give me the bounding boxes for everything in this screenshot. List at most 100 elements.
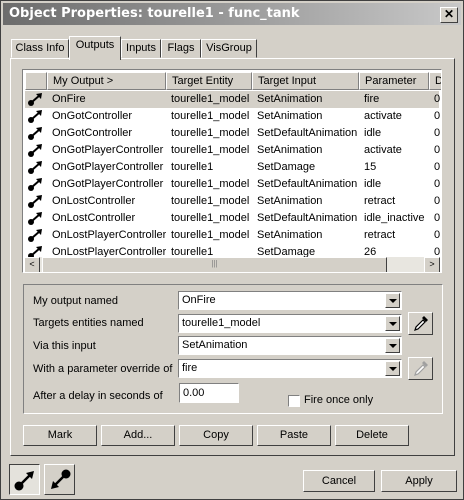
input-connection-icon: [51, 469, 71, 489]
target-eyedropper-button[interactable]: [408, 312, 433, 335]
column-header-target-input[interactable]: Target Input: [252, 72, 359, 90]
scroll-thumb[interactable]: |||: [42, 257, 387, 272]
table-row[interactable]: OnLostController tourelle1_model SetDefaul…: [25, 210, 441, 227]
output-combo-value: OnFire: [182, 294, 216, 306]
output-combo-dropdown-button[interactable]: [385, 293, 400, 308]
table-row[interactable]: OnGotController tourelle1_model SetDefault…: [25, 125, 440, 142]
tab-visgroup[interactable]: VisGroup: [201, 39, 257, 58]
cell-parameter: idle_inactive: [364, 212, 425, 224]
input-combo-value: SetAnimation: [182, 339, 248, 351]
title-bar[interactable]: Object Properties: tourelle1 - func_tank…: [3, 3, 461, 25]
cell-target-input: SetAnimation: [257, 93, 323, 105]
cell-delay: 0: [434, 212, 441, 224]
parameter-label: With a parameter override of: [33, 363, 173, 375]
output-connection-icon: [14, 471, 34, 491]
parameter-eyedropper-button[interactable]: [408, 357, 433, 380]
cell-target-entity: tourelle1_model: [171, 229, 250, 241]
cell-delay: 0: [434, 161, 441, 173]
input-combo[interactable]: SetAnimation: [178, 336, 402, 355]
target-combo-dropdown-button[interactable]: [385, 316, 400, 331]
close-button[interactable]: ✕: [440, 7, 458, 23]
cell-output: OnGotPlayerController: [52, 161, 164, 173]
arrow-right-icon: >: [429, 259, 435, 269]
cell-parameter: fire: [364, 93, 380, 105]
column-header-icon[interactable]: [25, 72, 47, 90]
cell-output: OnFire: [52, 93, 86, 105]
delay-input[interactable]: 0.00: [179, 383, 239, 403]
cancel-button[interactable]: Cancel: [303, 470, 375, 492]
tab-inputs[interactable]: Inputs: [121, 39, 161, 58]
cell-delay: 0: [434, 229, 441, 241]
cell-target-input: SetAnimation: [257, 144, 323, 156]
output-connection-icon: [28, 195, 42, 208]
output-connection-icon: [28, 93, 42, 106]
tab-outputs[interactable]: Outputs: [69, 36, 121, 60]
table-row[interactable]: OnLostController tourelle1_model SetAnimat…: [25, 193, 441, 210]
output-connection-icon: [28, 178, 42, 191]
target-combo[interactable]: tourelle1_model: [178, 314, 402, 333]
arrow-left-icon: <: [29, 259, 35, 269]
cell-target-entity: tourelle1_model: [171, 110, 250, 122]
cell-target-input: SetAnimation: [257, 229, 323, 241]
cell-target-input: SetAnimation: [257, 195, 323, 207]
table-row[interactable]: OnLostPlayerController tourelle1_model Set…: [25, 227, 441, 244]
parameter-combo-value: fire: [182, 362, 198, 374]
cell-delay: 0: [434, 93, 441, 105]
cell-target-input: SetDefaultAnimation: [257, 127, 358, 139]
column-header-parameter[interactable]: Parameter: [359, 72, 429, 90]
eyedropper-icon: [414, 361, 428, 376]
output-label: My output named: [33, 295, 118, 307]
outputs-list[interactable]: My Output > Target Entity Target Input P…: [22, 69, 442, 273]
column-header-my-output[interactable]: My Output >: [47, 72, 166, 90]
column-header-target-entity[interactable]: Target Entity: [166, 72, 252, 90]
cell-parameter: retract: [364, 195, 396, 207]
table-row[interactable]: OnGotPlayerController tourelle1 SetDamage 1…: [25, 159, 441, 176]
cell-target-entity: tourelle1_model: [171, 127, 250, 139]
cell-target-entity: tourelle1_model: [171, 178, 250, 190]
output-connection-icon: [28, 212, 42, 225]
output-combo[interactable]: OnFire: [178, 291, 402, 310]
parameter-combo-dropdown-button[interactable]: [385, 361, 400, 376]
cell-output: OnLostController: [52, 195, 136, 207]
table-row[interactable]: OnFire tourelle1_model SetAnimation fire 0: [25, 91, 441, 108]
table-row[interactable]: OnGotPlayerController tourelle1_model SetA…: [25, 142, 441, 159]
column-header-delay[interactable]: D: [429, 72, 441, 90]
cell-parameter: idle: [364, 178, 382, 190]
horizontal-scrollbar[interactable]: < ||| >: [24, 257, 440, 272]
tab-class-info[interactable]: Class Info: [11, 39, 69, 58]
scroll-right-button[interactable]: >: [424, 257, 440, 272]
input-combo-dropdown-button[interactable]: [385, 338, 400, 353]
output-connection-icon: [28, 229, 42, 242]
cell-output: OnGotPlayerController: [52, 144, 164, 156]
output-connection-icon: [28, 144, 42, 157]
cell-target-entity: tourelle1: [171, 161, 214, 173]
add-button[interactable]: Add...: [101, 425, 175, 446]
cell-parameter: 15: [364, 161, 377, 173]
cell-parameter: retract: [364, 229, 396, 241]
show-outputs-toggle[interactable]: [9, 464, 40, 495]
apply-button[interactable]: Apply: [381, 470, 457, 492]
cell-target-entity: tourelle1_model: [171, 195, 250, 207]
cell-output: OnGotController: [52, 127, 133, 139]
target-label: Targets entities named: [33, 317, 144, 329]
cell-delay: 0: [434, 178, 441, 190]
parameter-combo[interactable]: fire: [178, 359, 402, 378]
table-row[interactable]: OnGotController tourelle1_model SetAnimati…: [25, 108, 440, 125]
cell-target-input: SetDefaultAnimation: [257, 212, 358, 224]
cell-delay: 0: [434, 195, 441, 207]
paste-button[interactable]: Paste: [257, 425, 331, 446]
scroll-left-button[interactable]: <: [24, 257, 40, 272]
cell-parameter: activate: [364, 110, 402, 122]
show-inputs-toggle[interactable]: [44, 464, 75, 495]
cell-target-input: SetAnimation: [257, 110, 323, 122]
cell-delay: 0: [434, 144, 441, 156]
cell-target-entity: tourelle1_model: [171, 144, 250, 156]
mark-button[interactable]: Mark: [23, 425, 97, 446]
fire-once-label: Fire once only: [304, 394, 374, 406]
delete-button[interactable]: Delete: [335, 425, 409, 446]
table-row[interactable]: OnGotPlayerController tourelle1_model SetD…: [25, 176, 441, 193]
fire-once-checkbox[interactable]: [288, 395, 300, 407]
copy-button[interactable]: Copy: [179, 425, 253, 446]
tab-flags[interactable]: Flags: [161, 39, 201, 58]
target-combo-value: tourelle1_model: [182, 317, 261, 329]
